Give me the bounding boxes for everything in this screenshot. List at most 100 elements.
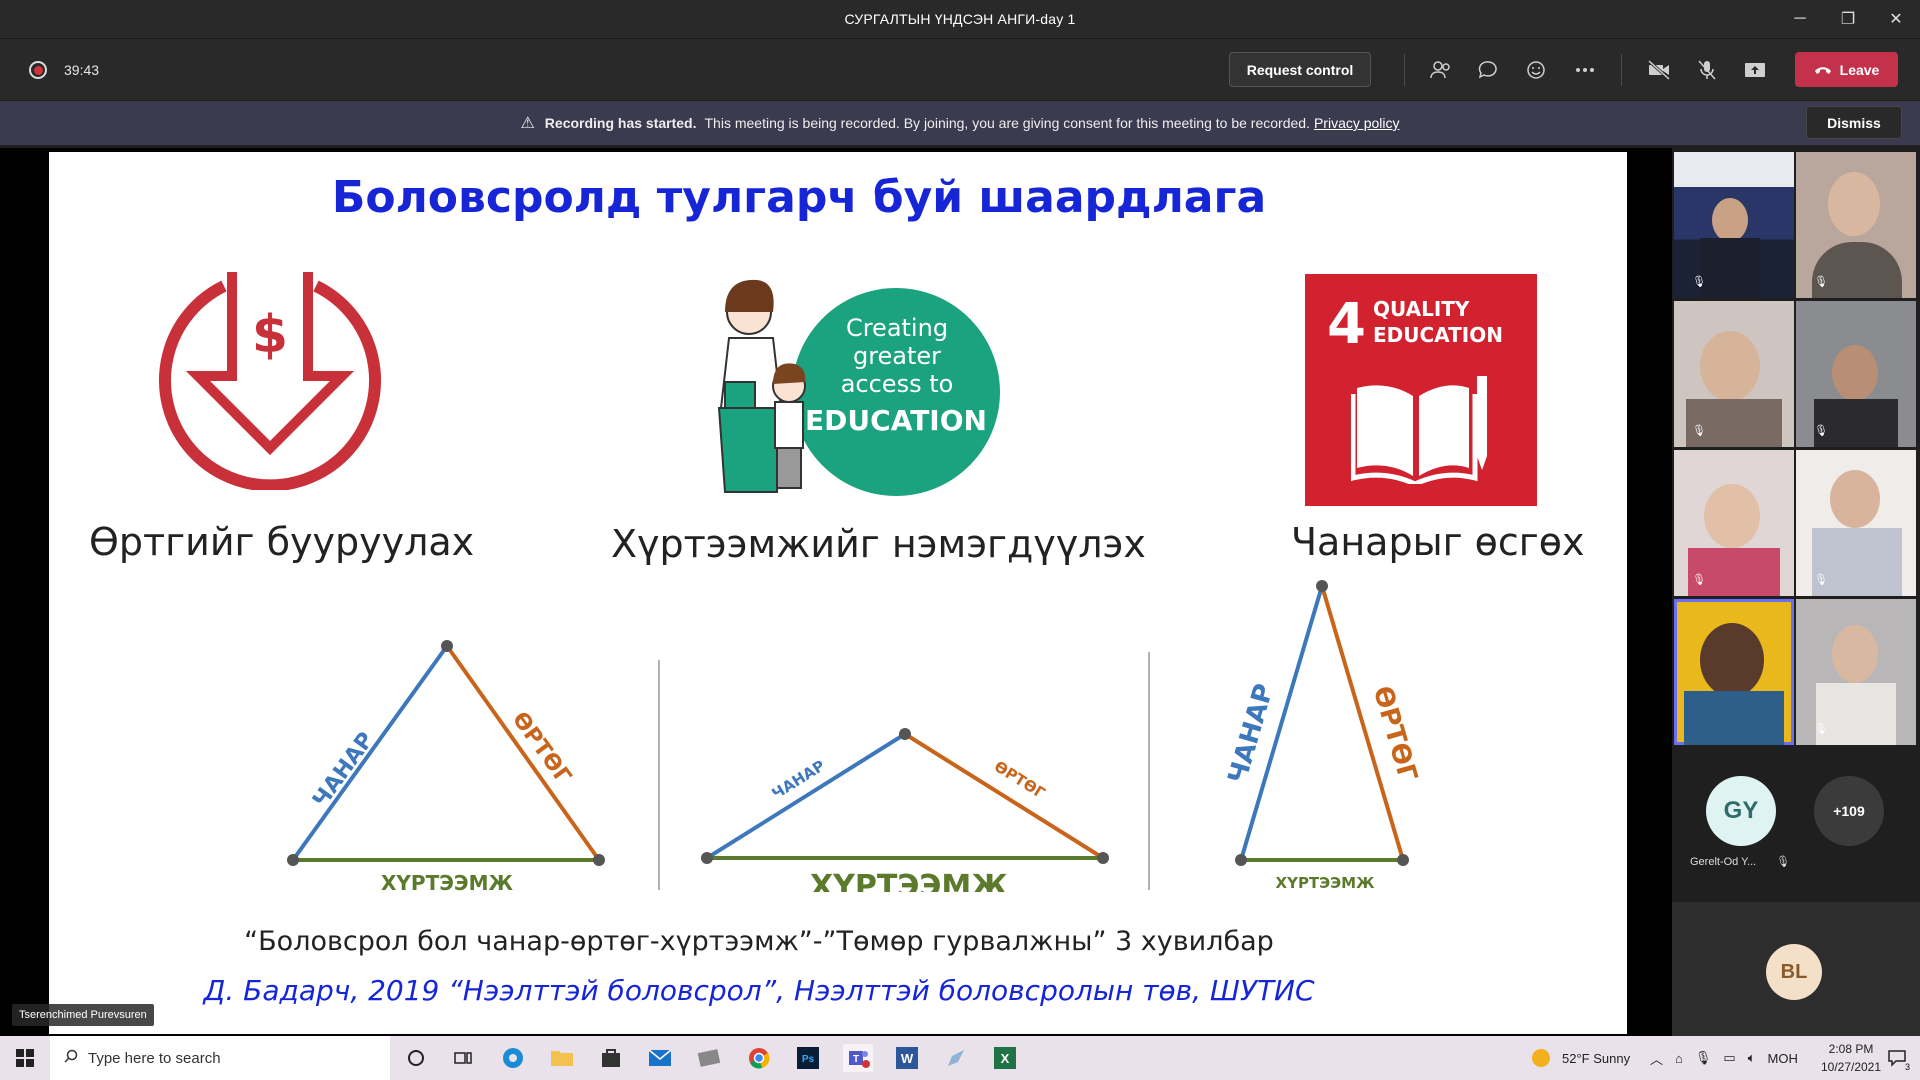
- restore-icon[interactable]: ❐: [1824, 0, 1872, 38]
- iron-triangles-diagram: ЧАНАР ӨРТӨГ ХҮРТЭЭМЖ ЧАНАР ӨРТӨГ ХҮРТЭЭМ…: [287, 580, 1423, 892]
- mail-icon[interactable]: [645, 1044, 675, 1072]
- mic-muted-icon: 🎙︎: [1692, 276, 1706, 288]
- network-icon[interactable]: ⌂: [1675, 1051, 1683, 1066]
- participant-figure: [1832, 625, 1878, 683]
- weather-widget[interactable]: 52°F Sunny: [1532, 1036, 1630, 1080]
- paint-icon[interactable]: [941, 1044, 971, 1072]
- display-icon[interactable]: ▭: [1723, 1050, 1735, 1066]
- chevron-up-icon[interactable]: ︿: [1650, 1049, 1663, 1068]
- col1-label: Өртгийг бууруулах: [89, 520, 475, 564]
- camera-off-icon[interactable]: [1644, 55, 1674, 85]
- windows-start-icon[interactable]: [10, 1044, 40, 1072]
- clock-date: 10/27/2021: [1820, 1060, 1882, 1074]
- microphone-icon[interactable]: 🎙︎: [1695, 1050, 1712, 1066]
- slide-title: Боловсролд тулгарч буй шаардлага: [331, 172, 1267, 223]
- request-control-button[interactable]: Request control: [1229, 52, 1371, 87]
- window-title: СУРГАЛТЫН ҮНДСЭН АНГИ-day 1: [844, 11, 1076, 27]
- more-participants-button[interactable]: +109: [1814, 776, 1884, 846]
- recording-icon: [29, 61, 47, 79]
- participant-video-tile[interactable]: 🎙︎: [1796, 450, 1916, 596]
- participant-video-tile-active[interactable]: [1674, 599, 1794, 745]
- participant-avatar-gy[interactable]: GY: [1706, 776, 1776, 846]
- slide-quote: “Боловсрол бол чанар-өртөг-хүртээмж”-”Тө…: [244, 926, 1274, 957]
- triangle1-access-label: ХҮРТЭЭМЖ: [381, 871, 513, 892]
- participant-figure: [1816, 683, 1896, 745]
- minimize-icon[interactable]: ─: [1776, 0, 1824, 38]
- sdg-number: 4: [1327, 292, 1366, 357]
- triangle2-cost-label: ӨРТӨГ: [991, 757, 1049, 802]
- participant-figure: [1700, 623, 1764, 697]
- notification-count: 3: [1904, 1062, 1910, 1072]
- taskbar-search-box[interactable]: Type here to search: [50, 1036, 390, 1080]
- participant-video-tile[interactable]: 🎙︎: [1674, 450, 1794, 596]
- mic-muted-icon: 🎙︎: [1814, 574, 1828, 586]
- weather-text: 52°F Sunny: [1562, 1050, 1631, 1066]
- title-bar: СУРГАЛТЫН ҮНДСЭН АНГИ-day 1 ─ ❐ ✕: [0, 0, 1920, 38]
- close-icon[interactable]: ✕: [1872, 0, 1920, 38]
- meeting-timer: 39:43: [64, 62, 100, 78]
- triangle3-access-label: ХҮРТЭЭМЖ: [1276, 874, 1376, 892]
- participant-video-tile[interactable]: 🎙︎: [1674, 301, 1794, 447]
- sdg-text: QUALITY EDUCATION: [1373, 297, 1503, 347]
- mic-muted-icon: 🎙︎: [1692, 425, 1706, 437]
- reactions-icon[interactable]: [1522, 55, 1552, 85]
- participant-figure: [1700, 331, 1760, 401]
- window-controls: ─ ❐ ✕: [1776, 0, 1920, 38]
- participant-figure: [1812, 242, 1902, 298]
- participant-video-tile[interactable]: 🎙︎: [1796, 152, 1916, 298]
- leave-button[interactable]: Leave: [1795, 52, 1898, 87]
- participant-video-tile[interactable]: 🎙︎: [1674, 152, 1794, 298]
- edge-browser-icon[interactable]: [498, 1044, 528, 1072]
- file-explorer-icon[interactable]: [547, 1044, 577, 1072]
- clock[interactable]: 2:08 PM 10/27/2021: [1820, 1040, 1882, 1076]
- participant-figure: [1704, 484, 1760, 548]
- search-placeholder: Type here to search: [88, 1049, 221, 1067]
- presenter-name-tag: Tserenchimed Purevsuren: [12, 1004, 154, 1026]
- system-tray: ︿ ⌂ 🎙︎ ▭ 🔈︎ МОН: [1650, 1036, 1798, 1080]
- participants-icon[interactable]: [1426, 55, 1456, 85]
- chat-icon[interactable]: [1474, 55, 1504, 85]
- triangle2-quality-label: ЧАНАР: [769, 757, 828, 803]
- participant-figure: [1814, 399, 1898, 447]
- share-screen-icon[interactable]: [1740, 55, 1770, 85]
- triangle-wide: ЧАНАР ӨРТӨГ ХҮРТЭЭМЖ: [701, 728, 1109, 892]
- col2-label: Хүртээмжийг нэмэгдүүлэх: [611, 522, 1146, 566]
- store-icon[interactable]: [596, 1044, 626, 1072]
- education-logo-heading: EDUCATION: [805, 404, 987, 437]
- participant-figure: [1830, 470, 1880, 528]
- triangle-balanced: ЧАНАР ӨРТӨГ ХҮРТЭЭМЖ: [287, 640, 605, 892]
- word-icon[interactable]: W: [892, 1044, 922, 1072]
- clock-time: 2:08 PM: [1828, 1042, 1874, 1056]
- participant-video-tile[interactable]: 🎙︎: [1796, 599, 1916, 745]
- participant-figure: [1688, 548, 1780, 596]
- volume-icon[interactable]: 🔈︎: [1748, 1050, 1756, 1066]
- more-options-icon[interactable]: [1570, 55, 1600, 85]
- notification-center-icon[interactable]: 3: [1882, 1044, 1912, 1072]
- warning-icon: ⚠: [520, 115, 535, 132]
- chrome-icon[interactable]: [744, 1044, 774, 1072]
- excel-icon[interactable]: X: [990, 1044, 1020, 1072]
- app-icon[interactable]: [694, 1044, 724, 1072]
- participant-video-tile[interactable]: 🎙︎: [1796, 301, 1916, 447]
- participant-figure: [1832, 345, 1878, 401]
- photoshop-icon[interactable]: Ps: [793, 1044, 823, 1072]
- participant-figure: [1686, 399, 1782, 447]
- cortana-icon[interactable]: [401, 1044, 431, 1072]
- participant-figure: [1712, 198, 1748, 242]
- language-indicator[interactable]: МОН: [1768, 1051, 1798, 1066]
- mic-muted-icon: 🎙︎: [1692, 574, 1706, 586]
- svg-text:Ps: Ps: [802, 1054, 815, 1065]
- dismiss-button[interactable]: Dismiss: [1806, 106, 1902, 139]
- task-view-icon[interactable]: [448, 1044, 478, 1072]
- teams-icon[interactable]: T: [843, 1044, 873, 1072]
- dollar-sign: $: [252, 305, 288, 365]
- banner-heading: Recording has started.: [544, 115, 697, 131]
- book-pencil-icon: [1351, 376, 1487, 484]
- participant-name: Gerelt-Od Y...: [1690, 856, 1757, 868]
- col3-label: Чанарыг өсгөх: [1291, 520, 1585, 564]
- sun-icon: [1532, 1049, 1550, 1067]
- mic-muted-icon: 🎙︎: [1776, 856, 1790, 868]
- privacy-policy-link[interactable]: Privacy policy: [1314, 115, 1400, 131]
- mic-muted-icon[interactable]: [1692, 55, 1722, 85]
- sdg4-quality-education-logo: 4 QUALITY EDUCATION: [1305, 274, 1537, 506]
